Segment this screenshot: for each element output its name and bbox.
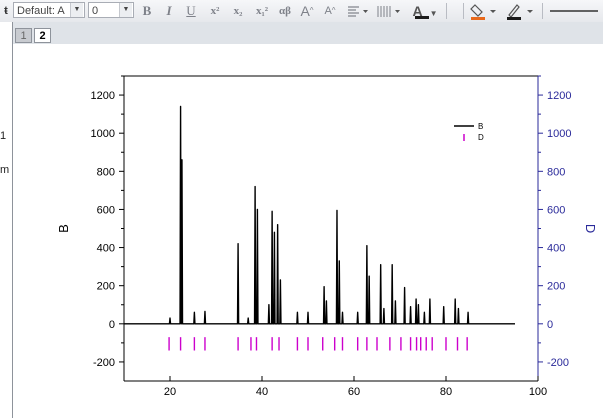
- y2-tick-label: 600: [547, 204, 565, 216]
- y2-tick-label: 1000: [547, 128, 571, 140]
- y2-tick-label: 200: [547, 281, 565, 293]
- y-tick-label: 1200: [91, 90, 115, 102]
- legend-b-label: B: [478, 122, 483, 131]
- xrd-chart[interactable]: 20 40 60 80 100 -200 0 200 400 600 800 1000 1200 -200…: [0, 0, 603, 418]
- y2-tick-label: -200: [547, 357, 569, 369]
- x-tick-label: 60: [348, 386, 360, 398]
- y-tick-label: 400: [97, 243, 115, 255]
- y-tick-label: -200: [93, 357, 115, 369]
- y-tick-label: 1000: [91, 128, 115, 140]
- x-tick-label: 20: [164, 386, 176, 398]
- x-tick-label: 40: [256, 386, 268, 398]
- series-b-line: [124, 105, 515, 325]
- y2-tick-label: 0: [547, 319, 553, 331]
- y-tick-label: 800: [97, 166, 115, 178]
- y2-tick-label: 1200: [547, 90, 571, 102]
- x-tick-label: 80: [440, 386, 452, 398]
- y-tick-label: 200: [97, 281, 115, 293]
- y-axis-title: B: [56, 224, 71, 233]
- y-tick-label: 0: [109, 319, 115, 331]
- legend-d-label: D: [478, 133, 484, 142]
- x-tick-label: 100: [529, 386, 547, 398]
- y2-axis-title: D: [583, 224, 598, 233]
- y2-tick-label: 800: [547, 166, 565, 178]
- y2-tick-label: 400: [547, 243, 565, 255]
- y-tick-label: 600: [97, 204, 115, 216]
